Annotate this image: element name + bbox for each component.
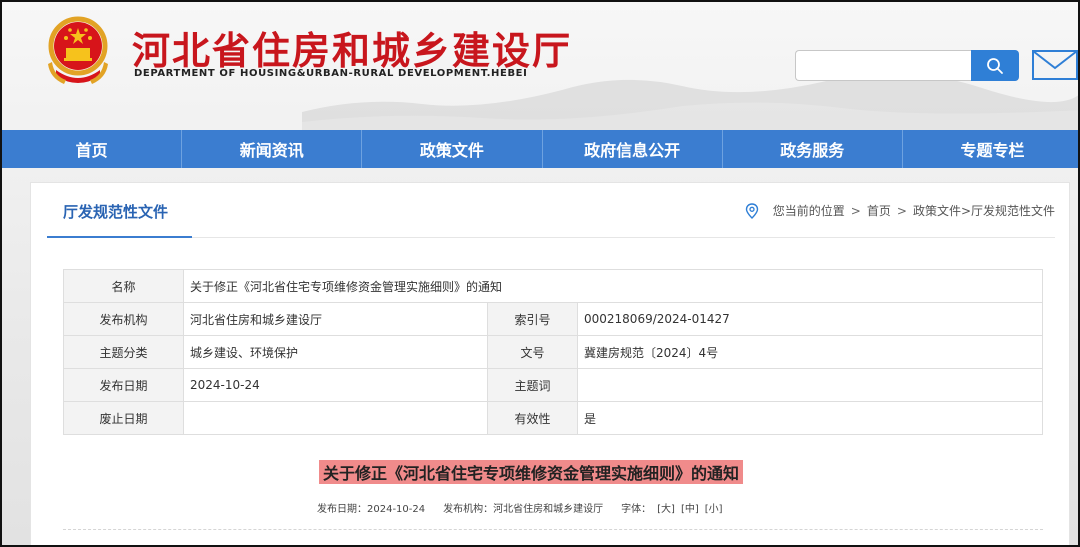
site-title: 河北省住房和城乡建设厅 [132, 28, 573, 73]
table-row: 发布机构 河北省住房和城乡建设厅 索引号 000218069/2024-0142… [63, 302, 1043, 336]
nav-item-services[interactable]: 政务服务 [723, 130, 903, 168]
document-title: 关于修正《河北省住宅专项维修资金管理实施细则》的通知 [319, 460, 744, 484]
meta-value: 000218069/2024-01427 [577, 302, 1043, 336]
national-emblem-icon [48, 16, 108, 84]
meta-value: 是 [577, 401, 1043, 435]
search-button[interactable] [971, 50, 1019, 81]
main-nav: 首页 新闻资讯 政策文件 政府信息公开 政务服务 专题专栏 [2, 130, 1078, 168]
section-title-underline [47, 236, 192, 238]
breadcrumb: 您当前的位置 > 首页 > 政策文件>厅发规范性文件 [745, 202, 1055, 219]
breadcrumb-separator: > [896, 203, 907, 218]
search-input[interactable] [795, 50, 973, 81]
meta-value: 城乡建设、环境保护 [183, 335, 488, 369]
meta-label: 主题词 [487, 368, 578, 402]
publisher: 发布机构：河北省住房和城乡建设厅 [443, 504, 604, 515]
search-icon [987, 57, 1003, 74]
meta-label: 废止日期 [63, 401, 184, 435]
mail-icon[interactable] [1032, 50, 1078, 80]
site-header: 河北省住房和城乡建设厅 DEPARTMENT OF HOUSING&URBAN-… [2, 2, 1078, 130]
meta-label: 索引号 [487, 302, 578, 336]
breadcrumb-home-link[interactable]: 首页 [867, 202, 891, 219]
section-divider [47, 237, 1055, 238]
document-info-bar: 发布日期：2024-10-24 发布机构：河北省住房和城乡建设厅 字体： [大]… [317, 500, 723, 515]
table-row: 名称 关于修正《河北省住宅专项维修资金管理实施细则》的通知 [63, 269, 1043, 303]
content-divider [63, 529, 1043, 530]
font-size-controls: 字体： [大] [中] [小] [621, 500, 722, 515]
page-frame: 河北省住房和城乡建设厅 DEPARTMENT OF HOUSING&URBAN-… [0, 0, 1080, 547]
meta-value-name: 关于修正《河北省住宅专项维修资金管理实施细则》的通知 [183, 269, 1043, 303]
nav-item-topics[interactable]: 专题专栏 [903, 130, 1078, 168]
document-metadata-table: 名称 关于修正《河北省住宅专项维修资金管理实施细则》的通知 发布机构 河北省住房… [63, 269, 1043, 435]
meta-label: 发布机构 [63, 302, 184, 336]
breadcrumb-prefix: 您当前的位置 [772, 204, 845, 218]
section-title: 厅发规范性文件 [63, 203, 169, 221]
nav-item-home[interactable]: 首页 [2, 130, 183, 168]
meta-value: 河北省住房和城乡建设厅 [183, 302, 488, 336]
font-size-label: 字体： [621, 504, 652, 515]
meta-label: 文号 [487, 335, 578, 369]
location-pin-icon [745, 202, 758, 219]
table-row: 废止日期 有效性 是 [63, 401, 1043, 435]
meta-label: 发布日期 [63, 368, 184, 402]
breadcrumb-separator: > [850, 203, 861, 218]
meta-value: 2024-10-24 [183, 368, 488, 402]
content-panel: 厅发规范性文件 您当前的位置 > 首页 > 政策文件>厅发规范性文件 名称 关于… [30, 182, 1070, 545]
publish-date: 发布日期：2024-10-24 [317, 504, 426, 515]
meta-label: 有效性 [487, 401, 578, 435]
meta-value [577, 368, 1043, 402]
site-subtitle: DEPARTMENT OF HOUSING&URBAN-RURAL DEVELO… [134, 68, 528, 79]
font-size-small-button[interactable]: [小] [705, 500, 723, 515]
font-size-medium-button[interactable]: [中] [681, 500, 699, 515]
table-row: 主题分类 城乡建设、环境保护 文号 冀建房规范〔2024〕4号 [63, 335, 1043, 369]
nav-item-policy[interactable]: 政策文件 [362, 130, 543, 168]
meta-value: 冀建房规范〔2024〕4号 [577, 335, 1043, 369]
meta-label: 名称 [63, 269, 184, 303]
nav-item-news[interactable]: 新闻资讯 [182, 130, 363, 168]
meta-value [183, 401, 488, 435]
table-row: 发布日期 2024-10-24 主题词 [63, 368, 1043, 402]
nav-item-gov-info[interactable]: 政府信息公开 [543, 130, 723, 168]
font-size-large-button[interactable]: [大] [657, 500, 675, 515]
meta-label: 主题分类 [63, 335, 184, 369]
breadcrumb-path-link[interactable]: 政策文件>厅发规范性文件 [913, 202, 1055, 219]
